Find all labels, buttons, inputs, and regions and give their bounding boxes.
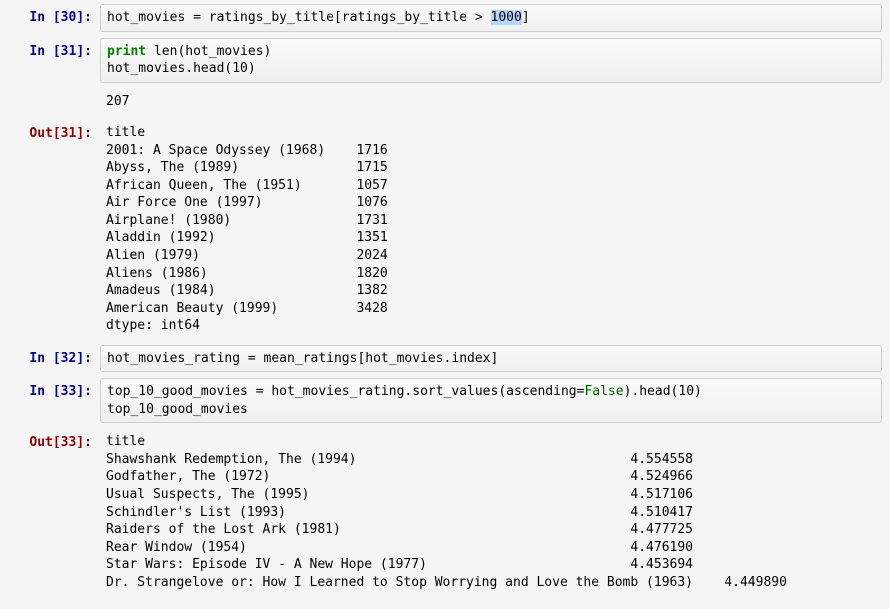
code-line[interactable]: print len(hot_movies) hot_movies.head(10… xyxy=(107,43,875,78)
output-prompt: Out[31]: xyxy=(8,120,100,143)
result-output: title 2001: A Space Odyssey (1968) 1716 … xyxy=(100,120,882,339)
result-text: title 2001: A Space Odyssey (1968) 1716 … xyxy=(106,124,876,335)
result-text: title Shawshank Redemption, The (1994) 4… xyxy=(106,433,876,591)
stdout-output: 207 xyxy=(100,89,882,115)
code-line[interactable]: hot_movies_rating = mean_ratings[hot_mov… xyxy=(107,350,875,368)
input-prompt: In [30]: xyxy=(8,4,100,27)
code-input[interactable]: hot_movies_rating = mean_ratings[hot_mov… xyxy=(100,345,882,373)
stdout-text: 207 xyxy=(106,93,876,111)
code-cell-32: In [32]: hot_movies_rating = mean_rating… xyxy=(8,345,882,373)
input-prompt: In [31]: xyxy=(8,38,100,61)
code-input[interactable]: top_10_good_movies = hot_movies_rating.s… xyxy=(100,378,882,423)
output-cell-33: Out[33]: title Shawshank Redemption, The… xyxy=(8,429,882,595)
input-prompt: In [33]: xyxy=(8,378,100,401)
stdout-cell-31: 207 xyxy=(8,89,882,115)
output-prompt: Out[33]: xyxy=(8,429,100,452)
input-prompt: In [32]: xyxy=(8,345,100,368)
code-line[interactable]: top_10_good_movies = hot_movies_rating.s… xyxy=(107,383,875,418)
code-cell-31: In [31]: print len(hot_movies) hot_movie… xyxy=(8,38,882,83)
output-prompt xyxy=(8,89,100,94)
jupyter-notebook: In [30]: hot_movies = ratings_by_title[r… xyxy=(0,0,890,609)
output-cell-31: Out[31]: title 2001: A Space Odyssey (19… xyxy=(8,120,882,339)
code-line[interactable]: hot_movies = ratings_by_title[ratings_by… xyxy=(107,9,875,27)
code-cell-33: In [33]: top_10_good_movies = hot_movies… xyxy=(8,378,882,423)
result-output: title Shawshank Redemption, The (1994) 4… xyxy=(100,429,882,595)
code-cell-30: In [30]: hot_movies = ratings_by_title[r… xyxy=(8,4,882,32)
code-input[interactable]: hot_movies = ratings_by_title[ratings_by… xyxy=(100,4,882,32)
code-input[interactable]: print len(hot_movies) hot_movies.head(10… xyxy=(100,38,882,83)
